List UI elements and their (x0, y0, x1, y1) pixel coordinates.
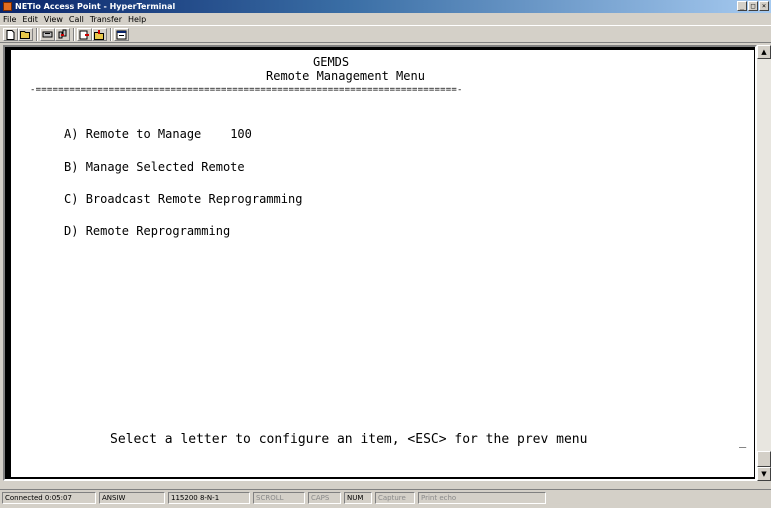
menu-item-d[interactable]: D) Remote Reprogramming (64, 224, 230, 238)
menu-view[interactable]: View (41, 15, 66, 24)
status-print-echo: Print echo (418, 492, 546, 504)
item-key: B) (64, 160, 79, 174)
status-caps: CAPS (308, 492, 341, 504)
send-icon (79, 30, 89, 39)
prompt-text: Select a letter to configure an item, <E… (110, 432, 588, 447)
terminal-screen[interactable]: GEMDS Remote Management Menu -==========… (8, 47, 754, 477)
minimize-button[interactable]: _ (737, 1, 747, 11)
open-button[interactable] (18, 28, 33, 41)
status-capture: Capture (375, 492, 415, 504)
receive-icon (94, 29, 104, 40)
menu-item-b[interactable]: B) Manage Selected Remote (64, 160, 245, 174)
item-label: Manage Selected Remote (85, 160, 245, 174)
status-bar: Connected 0:05:07 ANSIW 115200 8-N-1 SCR… (0, 489, 771, 508)
window-controls: _ □ × (737, 1, 769, 12)
menu-help[interactable]: Help (125, 15, 149, 24)
scroll-down-button[interactable]: ▼ (757, 467, 771, 481)
close-button[interactable]: × (759, 1, 769, 11)
hyperterminal-icon (3, 2, 12, 11)
status-scroll: SCROLL (253, 492, 305, 504)
title-bar: NETio Access Point - HyperTerminal _ □ × (0, 0, 771, 13)
menu-call[interactable]: Call (66, 15, 87, 24)
scroll-up-button[interactable]: ▲ (757, 45, 771, 59)
item-label: Remote Reprogramming (85, 224, 231, 238)
terminal-header: GEMDS (313, 55, 350, 69)
menu-transfer[interactable]: Transfer (87, 15, 125, 24)
receive-button[interactable] (92, 28, 107, 41)
menu-bar: File Edit View Call Transfer Help (0, 13, 771, 25)
new-button[interactable] (3, 28, 18, 41)
status-num: NUM (344, 492, 372, 504)
vertical-scrollbar[interactable]: ▲ ▼ (757, 45, 771, 481)
window-title: NETio Access Point - HyperTerminal (15, 2, 176, 11)
menu-title: Remote Management Menu (266, 69, 425, 83)
status-settings: 115200 8-N-1 (168, 492, 250, 504)
menu-item-c[interactable]: C) Broadcast Remote Reprogramming (64, 192, 302, 206)
item-key: D) (64, 224, 79, 238)
item-value: 100 (230, 127, 252, 141)
item-key: C) (64, 192, 79, 206)
item-key: A) (64, 127, 79, 141)
scroll-thumb[interactable] (757, 451, 771, 467)
new-icon (6, 29, 15, 40)
status-emulation: ANSIW (99, 492, 165, 504)
connect-button[interactable] (55, 28, 70, 41)
menu-item-a[interactable]: A) Remote to Manage 100 (64, 127, 252, 141)
send-button[interactable] (77, 28, 92, 41)
item-label: Broadcast Remote Reprogramming (85, 192, 303, 206)
connect-icon (58, 29, 67, 39)
toolbar (0, 25, 771, 43)
open-icon (20, 31, 30, 39)
menu-edit[interactable]: Edit (19, 15, 41, 24)
item-label: Remote to Manage (85, 127, 202, 141)
text-cursor: _ (739, 434, 747, 448)
properties-icon (116, 30, 127, 39)
title-rule: -=======================================… (30, 85, 463, 95)
properties-button[interactable] (114, 28, 129, 41)
maximize-button[interactable]: □ (748, 1, 758, 11)
menu-file[interactable]: File (0, 15, 19, 24)
disconnect-button[interactable] (40, 28, 55, 41)
status-connected: Connected 0:05:07 (2, 492, 96, 504)
disconnect-icon (42, 31, 53, 38)
